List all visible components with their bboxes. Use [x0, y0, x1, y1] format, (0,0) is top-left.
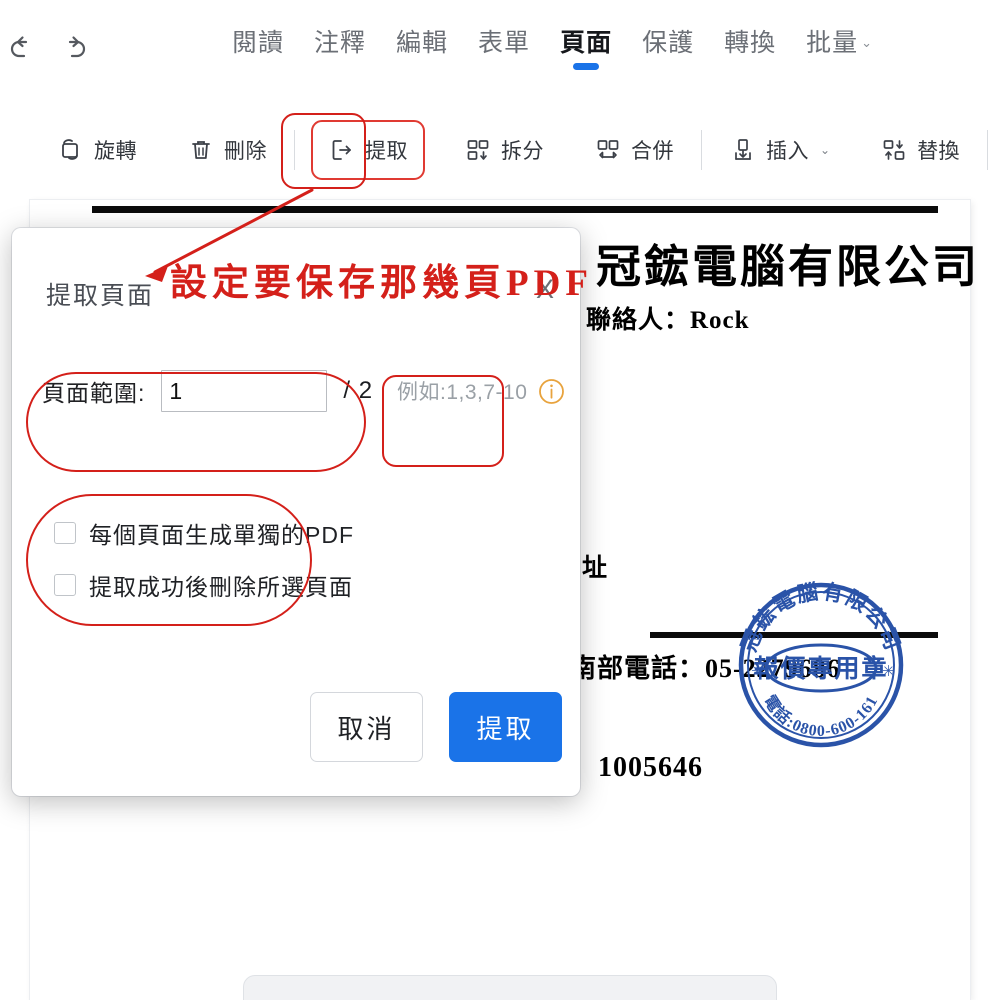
- page-range-input[interactable]: [161, 370, 328, 412]
- bottom-floating-toolbar[interactable]: [243, 975, 777, 1000]
- split-icon: [464, 136, 492, 164]
- company-quotation-stamp: 冠鋐電腦有限公司 電話:0800-600-161 報價專用章 ✳ ✳: [732, 572, 910, 754]
- undo-arrow-icon[interactable]: [8, 32, 38, 64]
- dialog-actions: 取消 提取: [310, 692, 562, 762]
- close-icon[interactable]: X: [530, 276, 560, 303]
- tab-label: 轉換: [724, 29, 777, 57]
- active-tab-indicator: [573, 63, 600, 70]
- application-window: 閱讀 注釋 編輯 表單 頁面 保護 轉換 批量 ⌄ 旋轉 刪除 提取 拆分 合併…: [0, 0, 1000, 1000]
- ribbon-label: 合併: [631, 140, 674, 163]
- toolbar-divider: [701, 130, 702, 170]
- extract-pages-dialog: 提取頁面 X 頁面範圍: / 2 例如:1,3,7-10 每個頁面生成單獨的PD…: [12, 228, 580, 796]
- ribbon-button-merge[interactable]: 合併: [583, 126, 685, 174]
- checkbox-box[interactable]: [54, 522, 76, 544]
- page-range-label: 頁面範圍:: [42, 380, 146, 406]
- document-top-rule: [92, 206, 938, 213]
- hint-text: 例如:1,3,7-10: [397, 381, 528, 404]
- dialog-title: 提取頁面: [46, 282, 155, 310]
- ribbon-label: 拆分: [501, 140, 544, 163]
- ribbon-button-insert[interactable]: 插入 ⌄: [718, 126, 841, 174]
- extract-button[interactable]: 提取: [449, 692, 562, 762]
- ribbon-button-delete[interactable]: 刪除: [176, 126, 278, 174]
- ribbon-button-replace[interactable]: 替換: [869, 126, 971, 174]
- ribbon-button-rotate[interactable]: 旋轉: [46, 126, 148, 174]
- svg-text:報價專用章: 報價專用章: [753, 654, 888, 683]
- chevron-down-icon: ⌄: [820, 143, 831, 157]
- document-company-name: 冠鋐電腦有限公司: [596, 242, 981, 292]
- document-address-fragment: 址: [582, 555, 608, 582]
- svg-text:✳: ✳: [882, 662, 895, 680]
- tab-label: 保護: [642, 29, 695, 57]
- chevron-down-icon: ⌄: [861, 35, 874, 50]
- trash-icon: [187, 136, 215, 164]
- page-range-hint: 例如:1,3,7-10: [397, 376, 565, 406]
- svg-text:冠鋐電腦有限公司: 冠鋐電腦有限公司: [737, 579, 905, 654]
- tab-label: 頁面: [560, 29, 613, 57]
- tab-label: 注釋: [314, 29, 367, 57]
- dialog-options: 每個頁面生成單獨的PDF 提取成功後刪除所選頁面: [54, 516, 354, 620]
- toolbar-divider: [987, 130, 989, 170]
- ribbon-button-extract[interactable]: 提取: [311, 120, 425, 180]
- ribbon-label: 插入: [766, 140, 809, 163]
- tab-batch[interactable]: 批量 ⌄: [806, 26, 873, 70]
- tab-label: 編輯: [396, 29, 449, 57]
- checkbox-box[interactable]: [54, 574, 76, 596]
- tab-label: 批量: [806, 29, 859, 57]
- ribbon-label: 提取: [365, 140, 408, 163]
- tab-label: 表單: [478, 29, 531, 57]
- redo-arrow-icon[interactable]: [58, 32, 88, 64]
- tab-read[interactable]: 閱讀: [232, 26, 284, 70]
- checkbox-delete-after-extract[interactable]: 提取成功後刪除所選頁面: [54, 568, 354, 602]
- svg-text:✳: ✳: [751, 662, 764, 680]
- extract-icon: [328, 136, 356, 164]
- page-total-label: / 2: [343, 377, 374, 404]
- insert-icon: [729, 136, 757, 164]
- tab-protect[interactable]: 保護: [642, 26, 694, 70]
- history-navigation: [8, 32, 88, 64]
- ribbon-button-split[interactable]: 拆分: [453, 126, 555, 174]
- ribbon-label: 旋轉: [94, 140, 137, 163]
- toolbar-divider: [294, 130, 295, 170]
- tab-label: 閱讀: [232, 29, 285, 57]
- tab-comment[interactable]: 注釋: [314, 26, 366, 70]
- tab-convert[interactable]: 轉換: [724, 26, 776, 70]
- tab-edit[interactable]: 編輯: [396, 26, 448, 70]
- main-tabs: 閱讀 注釋 編輯 表單 頁面 保護 轉換 批量 ⌄: [232, 26, 873, 70]
- tab-page[interactable]: 頁面: [560, 26, 612, 70]
- checkbox-separate-pdf-per-page[interactable]: 每個頁面生成單獨的PDF: [54, 516, 354, 550]
- checkbox-label: 每個頁面生成單獨的PDF: [89, 522, 354, 548]
- cancel-button[interactable]: 取消: [310, 692, 423, 762]
- ribbon-label: 刪除: [224, 140, 267, 163]
- document-number: 1005646: [598, 752, 703, 783]
- menu-bar: 閱讀 注釋 編輯 表單 頁面 保護 轉換 批量 ⌄: [0, 0, 1000, 102]
- ribbon-label: 替換: [917, 140, 961, 163]
- checkbox-label: 提取成功後刪除所選頁面: [89, 574, 353, 600]
- document-contact-person: 聯絡人：Rock: [586, 307, 750, 334]
- page-range-row: 頁面範圍: / 2: [42, 370, 373, 412]
- info-circle-icon[interactable]: [538, 378, 565, 405]
- tab-form[interactable]: 表單: [478, 26, 530, 70]
- replace-icon: [880, 136, 908, 164]
- merge-icon: [594, 136, 622, 164]
- page-ribbon-toolbar: 旋轉 刪除 提取 拆分 合併 插入 ⌄ 替換: [0, 102, 1000, 198]
- rotate-icon: [57, 136, 85, 164]
